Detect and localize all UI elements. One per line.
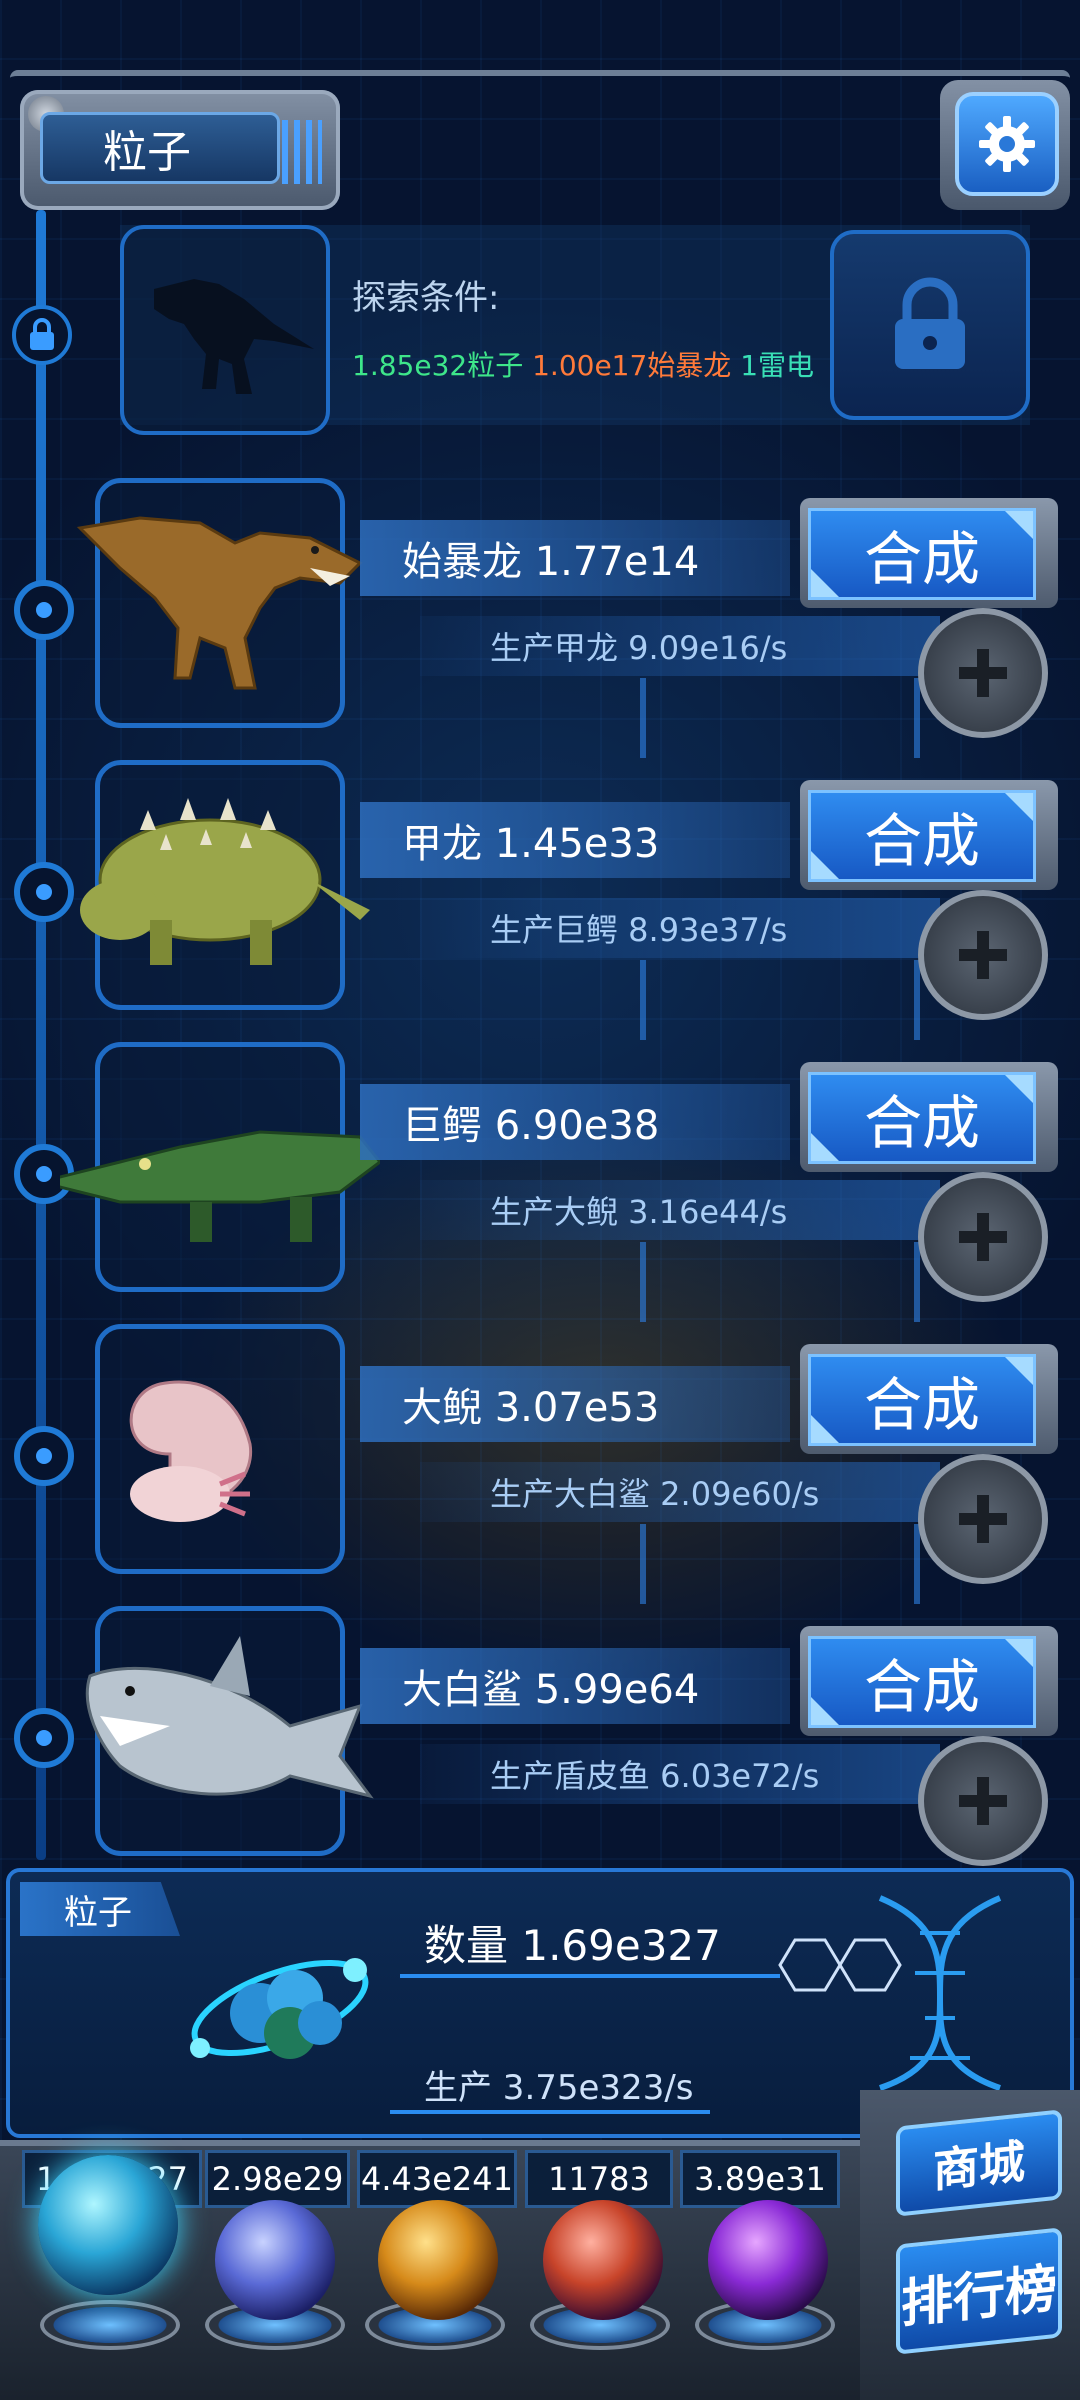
explore-label: 探索条件: [352, 278, 500, 318]
condition-trex: 1.00e17始暴龙 [532, 349, 732, 382]
condition-particle: 1.85e32粒子 [352, 349, 524, 382]
connector-line [390, 2110, 710, 2114]
creature-name: 大鲵 3.07e53 [360, 1366, 790, 1442]
particle-production: 生产 3.75e323/s [424, 2068, 694, 2108]
creature-row-shark: 大白鲨 5.99e64 生产盾皮鱼 6.03e72/s 合成 [0, 1606, 1080, 1886]
brain-orb-button[interactable] [543, 2200, 663, 2320]
title-stripes [282, 120, 322, 184]
creature-row-crocodile: 巨鳄 6.90e38 生产大鲵 3.16e44/s 合成 [0, 1042, 1080, 1322]
plus-icon [959, 931, 1007, 979]
add-button[interactable] [918, 1172, 1048, 1302]
creature-name: 大白鲨 5.99e64 [360, 1648, 790, 1724]
thunder-orb-button[interactable] [215, 2200, 335, 2320]
plus-icon [959, 1213, 1007, 1261]
add-button[interactable] [918, 1454, 1048, 1584]
creature-row-salamander: 大鲵 3.07e53 生产大白鲨 2.09e60/s 合成 [0, 1324, 1080, 1604]
gear-icon [979, 116, 1035, 172]
explore-conditions: 1.85e32粒子 1.00e17始暴龙 1雷电 [352, 344, 814, 384]
vortex-orb-button[interactable] [708, 2200, 828, 2320]
add-button[interactable] [918, 890, 1048, 1020]
creature-production: 生产大白鲨 2.09e60/s [420, 1462, 940, 1522]
creature-production: 生产甲龙 9.09e16/s [420, 616, 940, 676]
explore-lock-button[interactable] [830, 230, 1030, 420]
synthesize-button[interactable]: 合成 [808, 1636, 1036, 1728]
plus-icon [959, 1777, 1007, 1825]
circuit-decoration [640, 960, 920, 1040]
orb-pedestal [40, 2300, 180, 2350]
settings-button[interactable] [955, 92, 1059, 196]
creature-row-trex: 始暴龙 1.77e14 生产甲龙 9.09e16/s 合成 [0, 478, 1080, 758]
creature-production: 生产巨鳄 8.93e37/s [420, 898, 940, 958]
particle-orb-button[interactable] [38, 2155, 178, 2295]
trex-icon [76, 516, 363, 690]
synthesize-button[interactable]: 合成 [808, 790, 1036, 882]
plus-icon [959, 649, 1007, 697]
add-button[interactable] [918, 608, 1048, 738]
condition-thunder: 1雷电 [740, 349, 815, 382]
top-bar: 粒子 [0, 60, 1080, 210]
leaderboard-button[interactable]: 排行榜 [896, 2227, 1062, 2355]
resource-vortex-value: 3.89e31 [680, 2150, 840, 2208]
creature-name: 巨鳄 6.90e38 [360, 1084, 790, 1160]
circuit-decoration [640, 1524, 920, 1604]
dna-icon [878, 1895, 1002, 2091]
creature-name: 始暴龙 1.77e14 [360, 520, 790, 596]
ankylosaurus-icon [80, 798, 370, 965]
plus-icon [959, 1495, 1007, 1543]
particle-tag: 粒子 [20, 1882, 180, 1936]
synthesize-button[interactable]: 合成 [808, 508, 1036, 600]
circuit-decoration [640, 1242, 920, 1322]
crocodile-icon [60, 1130, 380, 1242]
creature-production: 生产盾皮鱼 6.03e72/s [420, 1744, 940, 1804]
particle-count: 数量 1.69e327 [424, 1921, 721, 1970]
add-button[interactable] [918, 1736, 1048, 1866]
connector-line [400, 1974, 780, 1978]
synthesize-button[interactable]: 合成 [808, 1072, 1036, 1164]
shark-icon [85, 1636, 374, 1799]
page-title: 粒子 [40, 112, 280, 184]
locked-creature-frame [120, 225, 330, 435]
trex-silhouette-icon [154, 279, 314, 394]
creature-production: 生产大鲵 3.16e44/s [420, 1180, 940, 1240]
top-frame [10, 70, 1070, 88]
fire-orb-button[interactable] [378, 2200, 498, 2320]
particle-molecule-icon [190, 1958, 369, 2059]
circuit-decoration [640, 678, 920, 758]
creature-name: 甲龙 1.45e33 [360, 802, 790, 878]
synthesize-button[interactable]: 合成 [808, 1354, 1036, 1446]
rail-lock-icon [12, 305, 72, 365]
creature-row-ankylosaurus: 甲龙 1.45e33 生产巨鳄 8.93e37/s 合成 [0, 760, 1080, 1040]
lock-icon [895, 277, 965, 369]
shop-button[interactable]: 商城 [896, 2109, 1062, 2217]
salamander-icon [129, 1380, 253, 1522]
